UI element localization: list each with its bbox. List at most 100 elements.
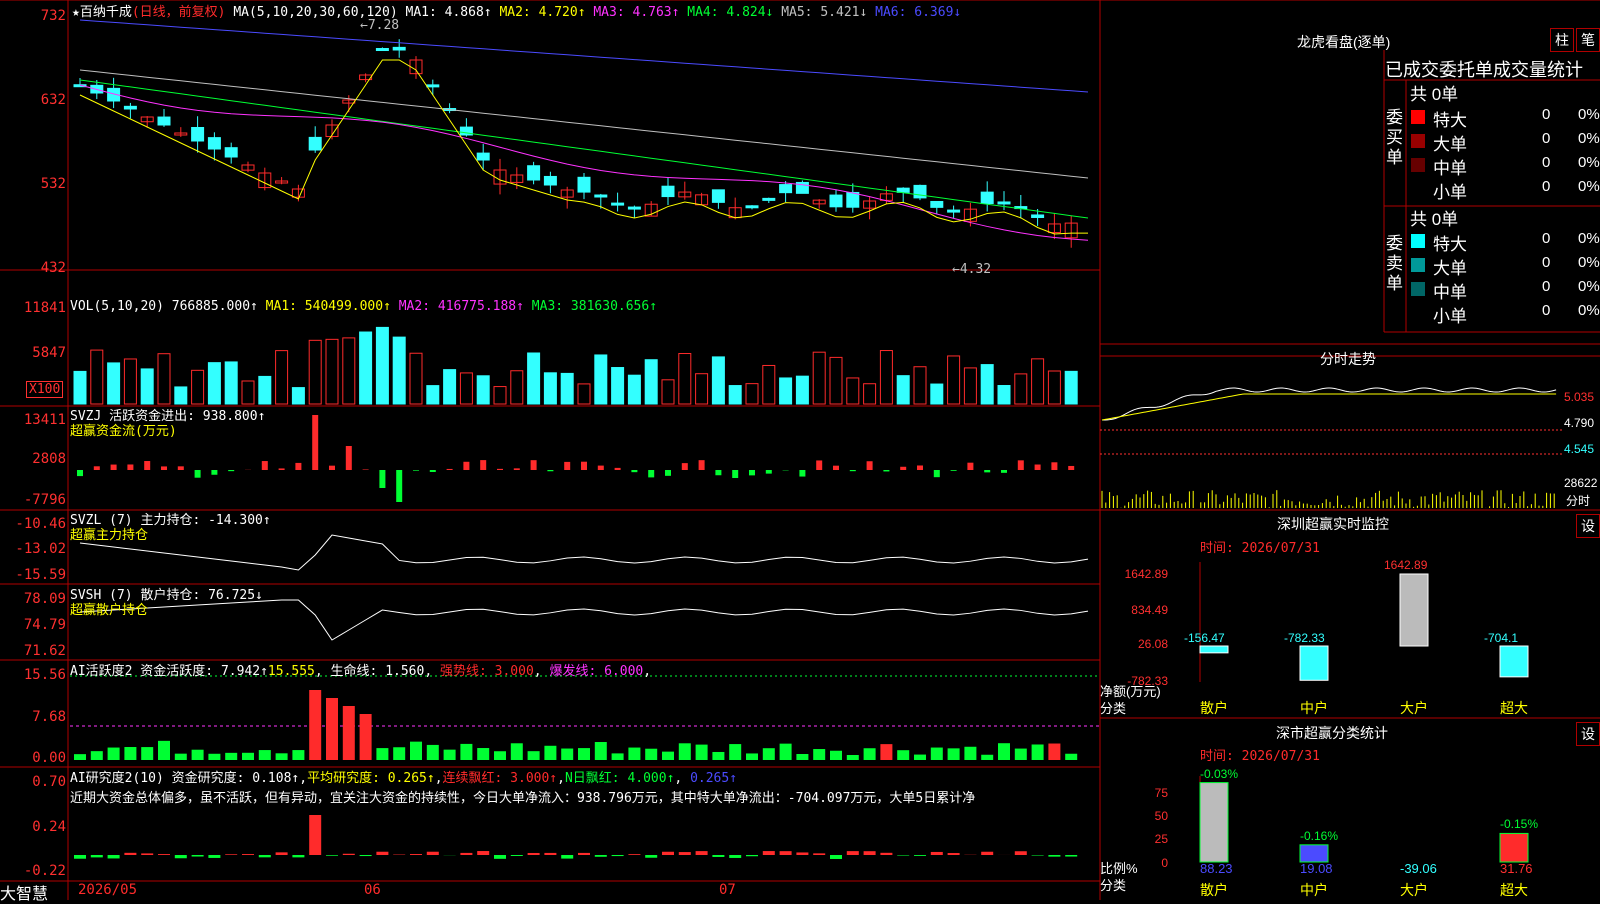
activity-bar — [1032, 744, 1044, 760]
vol-value: 766885.000↑ — [172, 299, 258, 314]
volume-bar — [343, 338, 355, 404]
ai2-red: 连续飘红: 3.000↑ — [443, 771, 558, 786]
volume-bar — [175, 387, 187, 404]
cls-category-label: 中户 — [1300, 880, 1328, 900]
activity-bar — [158, 741, 170, 760]
activity-bar — [595, 742, 607, 760]
cls-settings-button[interactable]: 设 — [1576, 722, 1600, 746]
research-bar — [477, 851, 489, 855]
stock-name[interactable]: ★百纳千成 — [72, 5, 132, 20]
activity-bar — [847, 755, 859, 760]
research-bar — [343, 854, 355, 855]
research-bar — [595, 855, 607, 857]
activity-bar — [460, 744, 472, 760]
activity-bar — [74, 754, 86, 760]
svzl-axis-label: -15.59 — [0, 567, 66, 583]
research-bar — [696, 851, 708, 855]
cls-stats-title: 深市超赢分类统计 — [1276, 723, 1388, 743]
period-label[interactable]: (日线，前复权) — [132, 5, 226, 20]
fund-flow-bar — [480, 460, 486, 470]
candle-body — [998, 202, 1010, 204]
volume-bar — [1065, 371, 1077, 404]
sz-monitor-title: 深圳超赢实时监控 — [1277, 514, 1389, 534]
research-bar — [410, 854, 422, 855]
ai2-axis-label: 0.24 — [0, 819, 66, 835]
activity-bar — [931, 748, 943, 760]
buy-row-count: 0 — [1542, 106, 1550, 123]
cls-bar-value: -39.06 — [1400, 861, 1437, 876]
intraday-title[interactable]: 分时走势 — [1320, 349, 1376, 369]
research-bar — [628, 854, 640, 855]
fund-flow-bar — [833, 466, 839, 470]
fund-flow-bar — [581, 462, 587, 470]
activity-bar — [309, 690, 321, 760]
order-stats-tabs[interactable]: 已成交委托单成交量统计 — [1385, 56, 1583, 82]
volume-bar — [780, 378, 792, 404]
cls-bar-pct: -0.15% — [1500, 817, 1538, 831]
ai2-avg: 平均研究度: 0.265↑ — [307, 771, 435, 786]
ai2-comment: 近期大资金总体偏多，虽不活跃，但有异动，宜关注大资金的持续性，今日大单净流入：9… — [70, 787, 1098, 806]
sz-bar — [1300, 646, 1328, 680]
activity-bar — [746, 753, 758, 760]
fund-flow-bar — [447, 469, 453, 470]
volume-bar — [1048, 371, 1060, 404]
activity-bar — [1015, 749, 1027, 760]
volume-bar — [628, 375, 640, 404]
date-tick: 07 — [719, 882, 736, 898]
candle-body — [393, 47, 405, 50]
volume-bar — [460, 373, 472, 404]
fund-flow-bar — [329, 466, 335, 470]
fund-flow-bar — [766, 470, 772, 474]
vol-unit-badge: X100 — [26, 381, 63, 398]
activity-bar — [897, 750, 909, 760]
volume-bar — [679, 354, 691, 404]
activity-bar — [528, 751, 540, 760]
buy-row-count: 0 — [1542, 130, 1550, 147]
activity-bar — [1048, 744, 1060, 760]
pen-mode-button[interactable]: 笔 — [1576, 28, 1600, 52]
sell-row-count: 0 — [1542, 254, 1550, 271]
activity-bar — [763, 748, 775, 760]
retail-holding-line — [80, 600, 1088, 640]
intraday-axis-label: 4.790 — [1564, 416, 1594, 430]
vol-title: VOL(5,10,20) — [70, 299, 164, 314]
svzl-axis-label: -10.46 — [0, 516, 66, 532]
candle-body — [763, 198, 775, 200]
ai1-axis-label: 15.56 — [0, 667, 66, 683]
research-bar — [124, 853, 136, 855]
fund-flow-bar — [682, 463, 688, 470]
research-bar — [864, 851, 876, 855]
research-bar — [292, 855, 304, 857]
ai1-burst: 爆发线: 6.000 — [549, 664, 643, 679]
bar-mode-button[interactable]: 柱 — [1550, 28, 1574, 52]
activity-bar — [175, 754, 187, 760]
activity-bar — [578, 748, 590, 760]
activity-bar — [259, 750, 271, 760]
chart-canvas[interactable] — [0, 0, 1600, 900]
longhu-title: 龙虎看盘(逐单) — [1297, 32, 1390, 52]
buy-orders-label: 委买单 — [1386, 108, 1406, 168]
research-bar — [276, 852, 288, 855]
candle-body — [948, 210, 960, 212]
ma6-line — [80, 20, 1088, 92]
ai1-life: 生命线: 1.560 — [331, 664, 425, 679]
volume-bar — [108, 363, 120, 404]
cls-axis-label: 75 — [1150, 786, 1168, 800]
research-bar — [578, 853, 590, 855]
fund-flow-bar — [211, 470, 217, 475]
research-bar — [1048, 855, 1060, 857]
sz-bar-value: -782.33 — [1284, 631, 1325, 645]
sz-axis-label: 26.08 — [1110, 637, 1168, 651]
volume-bar — [696, 374, 708, 404]
candle-body — [612, 203, 624, 205]
sz-axis-label: -782.33 — [1110, 674, 1168, 688]
candle-body — [746, 206, 758, 208]
ai1-axis-label: 7.68 — [0, 709, 66, 725]
volume-bar — [427, 386, 439, 404]
sz-settings-button[interactable]: 设 — [1576, 514, 1600, 538]
candle-body — [427, 85, 439, 87]
research-bar — [746, 855, 758, 856]
buy-row-count: 0 — [1542, 154, 1550, 171]
volume-bar — [796, 376, 808, 404]
sz-bar — [1200, 646, 1228, 653]
